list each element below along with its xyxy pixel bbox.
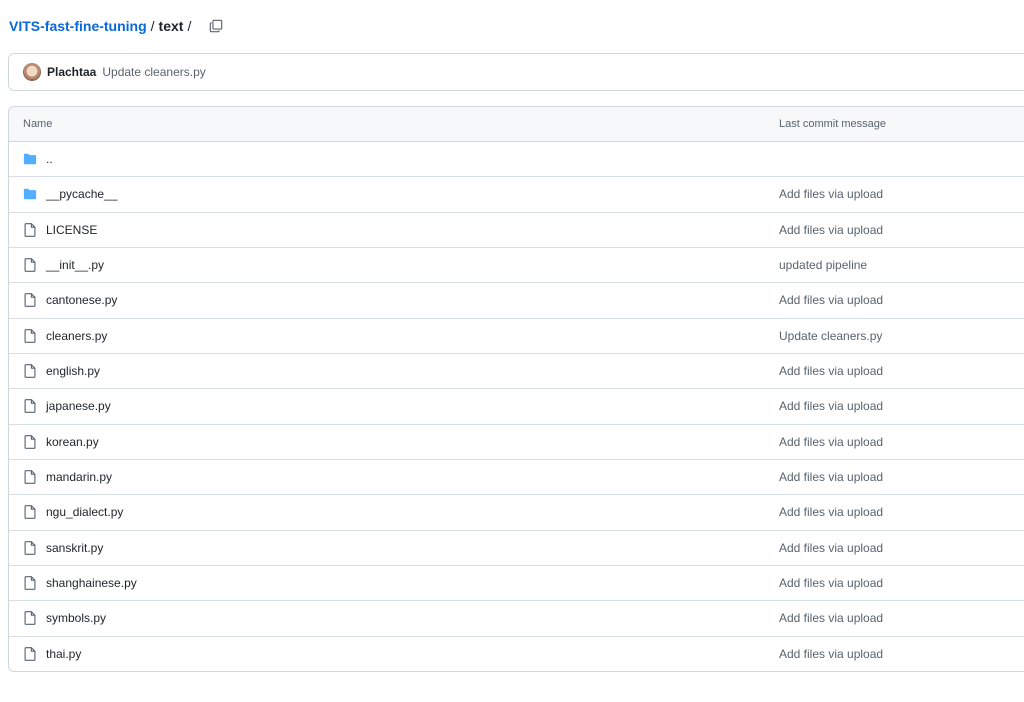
table-row[interactable]: __init__.py updated pipeline <box>9 248 1024 284</box>
avatar[interactable] <box>23 63 41 81</box>
table-body: .. __pycache__ Add files via upload LICENSE… <box>9 142 1024 671</box>
file-name-link[interactable]: thai.py <box>46 647 81 661</box>
file-name-link[interactable]: cantonese.py <box>46 293 117 307</box>
file-icon <box>23 222 37 237</box>
file-icon <box>23 611 37 626</box>
row-commit-message[interactable]: Add files via upload <box>779 364 883 378</box>
table-row[interactable]: english.py Add files via upload <box>9 354 1024 390</box>
file-browser-page: VITS-fast-fine-tuning / text / Plachtaa … <box>0 0 1024 702</box>
table-row[interactable]: LICENSE Add files via upload <box>9 213 1024 249</box>
column-header-name: Name <box>23 118 53 130</box>
row-commit-message[interactable]: Add files via upload <box>779 576 883 590</box>
table-row[interactable]: cleaners.py Update cleaners.py <box>9 319 1024 355</box>
row-commit-message[interactable]: Add files via upload <box>779 611 883 625</box>
file-icon <box>23 646 37 661</box>
folder-icon <box>23 152 37 166</box>
row-commit-message[interactable]: Add files via upload <box>779 435 883 449</box>
commit-message[interactable]: Update cleaners.py <box>102 65 205 79</box>
file-icon <box>23 505 37 520</box>
latest-commit-bar: Plachtaa Update cleaners.py <box>8 53 1024 91</box>
breadcrumb-current-folder: text <box>158 18 184 34</box>
file-name-link[interactable]: symbols.py <box>46 611 106 625</box>
file-icon <box>23 434 37 449</box>
table-row[interactable]: mandarin.py Add files via upload <box>9 460 1024 496</box>
table-row[interactable]: symbols.py Add files via upload <box>9 601 1024 637</box>
breadcrumb-separator: / <box>187 18 192 34</box>
row-commit-message[interactable]: Add files via upload <box>779 647 883 661</box>
row-commit-message[interactable]: Add files via upload <box>779 293 883 307</box>
row-commit-message[interactable]: Add files via upload <box>779 399 883 413</box>
row-commit-message[interactable]: updated pipeline <box>779 258 867 272</box>
table-row[interactable]: sanskrit.py Add files via upload <box>9 531 1024 567</box>
file-table: Name Last commit message .. __pycache__ Ad… <box>8 106 1024 672</box>
file-name-link[interactable]: __init__.py <box>46 258 104 272</box>
row-commit-message[interactable]: Add files via upload <box>779 541 883 555</box>
breadcrumb-separator: / <box>150 18 155 34</box>
breadcrumb: VITS-fast-fine-tuning / text / <box>9 16 227 36</box>
row-commit-message[interactable]: Add files via upload <box>779 505 883 519</box>
file-name-link[interactable]: ngu_dialect.py <box>46 505 123 519</box>
file-icon <box>23 470 37 484</box>
file-name-link[interactable]: mandarin.py <box>46 470 112 484</box>
file-icon <box>23 576 37 590</box>
row-commit-message[interactable]: Update cleaners.py <box>779 329 882 343</box>
file-name-link[interactable]: english.py <box>46 364 100 378</box>
file-icon <box>23 399 37 414</box>
table-row[interactable]: .. <box>9 142 1024 178</box>
copy-icon <box>210 19 223 33</box>
table-row[interactable]: ngu_dialect.py Add files via upload <box>9 495 1024 531</box>
file-icon <box>23 328 37 343</box>
file-icon <box>23 293 37 308</box>
file-name-link[interactable]: .. <box>46 152 53 166</box>
file-name-link[interactable]: LICENSE <box>46 223 97 237</box>
copy-path-button[interactable] <box>205 16 227 36</box>
table-row[interactable]: japanese.py Add files via upload <box>9 389 1024 425</box>
table-row[interactable]: shanghainese.py Add files via upload <box>9 566 1024 602</box>
file-name-link[interactable]: japanese.py <box>46 399 111 413</box>
file-name-link[interactable]: sanskrit.py <box>46 541 103 555</box>
folder-icon <box>23 187 37 201</box>
column-header-last-commit: Last commit message <box>779 118 886 130</box>
table-row[interactable]: __pycache__ Add files via upload <box>9 177 1024 213</box>
file-name-link[interactable]: __pycache__ <box>46 187 117 201</box>
table-row[interactable]: thai.py Add files via upload <box>9 637 1024 671</box>
file-name-link[interactable]: korean.py <box>46 435 99 449</box>
table-row[interactable]: korean.py Add files via upload <box>9 425 1024 461</box>
file-icon <box>23 364 37 378</box>
file-icon <box>23 540 37 555</box>
file-name-link[interactable]: shanghainese.py <box>46 576 137 590</box>
row-commit-message[interactable]: Add files via upload <box>779 187 883 201</box>
file-name-link[interactable]: cleaners.py <box>46 329 107 343</box>
table-row[interactable]: cantonese.py Add files via upload <box>9 283 1024 319</box>
row-commit-message[interactable]: Add files via upload <box>779 223 883 237</box>
file-icon <box>23 258 37 272</box>
row-commit-message[interactable]: Add files via upload <box>779 470 883 484</box>
breadcrumb-repo-link[interactable]: VITS-fast-fine-tuning <box>9 18 147 34</box>
table-header: Name Last commit message <box>9 107 1024 142</box>
commit-author[interactable]: Plachtaa <box>47 65 96 79</box>
